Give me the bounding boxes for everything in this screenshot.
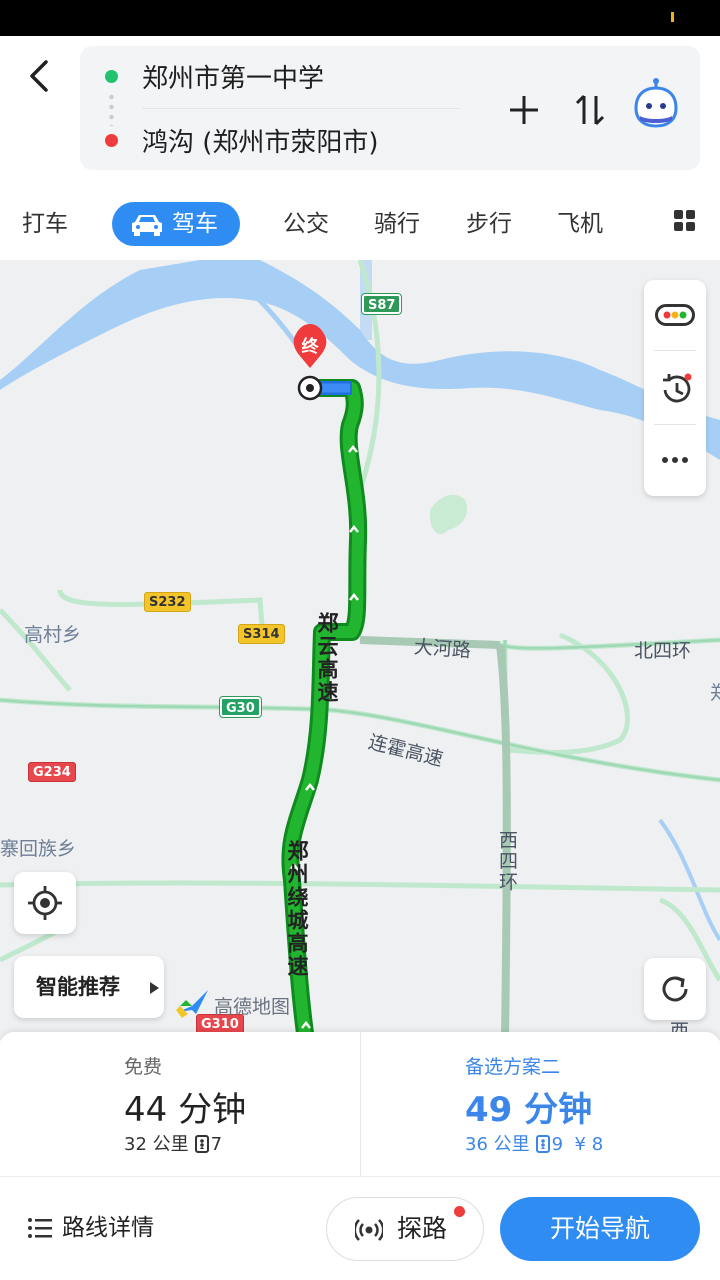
road-xisihuan: 西四环 bbox=[496, 830, 518, 893]
back-icon[interactable] bbox=[20, 56, 60, 96]
bottom-action-bar: 路线详情 探路 开始导航 bbox=[0, 1176, 720, 1280]
plan-tag: 免费 bbox=[124, 1056, 163, 1078]
more-dots-icon bbox=[662, 457, 688, 463]
traffic-light-count-icon bbox=[535, 1135, 550, 1153]
broadcast-icon bbox=[355, 1219, 383, 1241]
history-clock-icon bbox=[663, 373, 692, 403]
end-marker: 终 bbox=[301, 337, 319, 357]
plan-distance: 36 公里 bbox=[465, 1134, 530, 1155]
notification-dot bbox=[454, 1206, 465, 1217]
list-icon bbox=[28, 1218, 52, 1238]
road-beisihuan: 北四环 bbox=[634, 640, 692, 662]
plan-time: 49 分钟 bbox=[465, 1090, 593, 1130]
shield-s87: S87 bbox=[362, 294, 402, 314]
road-dahe: 大河路 bbox=[413, 636, 472, 662]
history-button[interactable] bbox=[644, 352, 706, 422]
plan-meta: 36 公里 9 ¥ 8 bbox=[465, 1130, 603, 1156]
divider bbox=[654, 350, 696, 351]
start-navigation-button[interactable]: 开始导航 bbox=[500, 1197, 700, 1261]
place-gaocun: 高村乡 bbox=[24, 624, 82, 646]
road-raocheng: 郑州绕城高速 bbox=[285, 840, 309, 978]
amap-logo-text: 高德地图 bbox=[214, 996, 291, 1018]
locate-button[interactable] bbox=[14, 872, 76, 934]
tab-ride[interactable]: 骑行 bbox=[374, 202, 420, 246]
assistant-robot-icon[interactable] bbox=[628, 76, 684, 132]
status-indicator bbox=[671, 12, 674, 22]
plan-card-alt[interactable]: 备选方案二 49 分钟 36 公里 9 ¥ 8 bbox=[360, 1032, 720, 1176]
route-plans: 免费 44 分钟 32 公里 7 备选方案二 49 分钟 36 公里 9 ¥ 8 bbox=[0, 1032, 720, 1176]
more-options-button[interactable] bbox=[644, 426, 706, 496]
tab-drive-label: 驾车 bbox=[172, 211, 218, 237]
plan-distance: 32 公里 bbox=[124, 1134, 189, 1155]
divider bbox=[142, 108, 460, 109]
swap-icon[interactable] bbox=[568, 88, 612, 132]
plan-time: 44 分钟 bbox=[124, 1090, 247, 1130]
plan-meta: 32 公里 7 bbox=[124, 1130, 222, 1156]
more-modes-icon[interactable] bbox=[674, 210, 696, 232]
route-detail-label: 路线详情 bbox=[62, 1215, 154, 1241]
car-icon bbox=[132, 215, 162, 236]
tab-walk[interactable]: 步行 bbox=[466, 202, 512, 246]
place-edge: 郑 bbox=[710, 682, 720, 704]
route-header: 郑州市第一中学 鸿沟 (郑州市荥阳市) bbox=[0, 36, 720, 182]
map-controls bbox=[644, 280, 706, 496]
shield-g30: G30 bbox=[220, 697, 261, 717]
route-input-box: 郑州市第一中学 鸿沟 (郑州市荥阳市) bbox=[80, 46, 700, 170]
route-connector bbox=[109, 92, 114, 126]
end-dot-icon bbox=[105, 134, 118, 147]
status-bar bbox=[0, 0, 720, 36]
traffic-light-count-icon bbox=[194, 1135, 209, 1153]
plan-lights: 9 bbox=[551, 1134, 564, 1155]
tab-taxi[interactable]: 打车 bbox=[22, 202, 68, 246]
divider bbox=[654, 424, 696, 425]
tab-drive[interactable]: 驾车 bbox=[112, 202, 240, 246]
route-detail-button[interactable]: 路线详情 bbox=[28, 1211, 154, 1245]
traffic-layer-button[interactable] bbox=[644, 280, 706, 350]
amap-logo-icon bbox=[176, 990, 208, 1018]
smart-recommend-label: 智能推荐 bbox=[36, 975, 120, 999]
locate-icon bbox=[28, 886, 62, 920]
play-triangle-icon bbox=[150, 982, 159, 994]
probe-label: 探路 bbox=[397, 1214, 448, 1243]
plan-tag: 备选方案二 bbox=[465, 1056, 561, 1078]
tab-bus[interactable]: 公交 bbox=[283, 202, 329, 246]
refresh-route-button[interactable] bbox=[644, 958, 706, 1020]
place-hui: 寨回族乡 bbox=[0, 838, 77, 860]
amap-logo: 高德地图 bbox=[174, 988, 290, 1020]
map-view[interactable]: 终 S87 S232 S314 G30 G234 G310 高村乡 寨回族乡 北… bbox=[0, 260, 720, 1040]
tab-flight[interactable]: 飞机 bbox=[557, 202, 603, 246]
road-zhengyun: 郑云高速 bbox=[315, 612, 339, 704]
smart-recommend-button[interactable]: 智能推荐 bbox=[14, 956, 164, 1018]
map-canvas bbox=[0, 260, 720, 1040]
transport-mode-tabs: 打车 驾车 公交 骑行 步行 飞机 bbox=[0, 182, 720, 260]
traffic-light-icon bbox=[655, 304, 695, 326]
shield-s314: S314 bbox=[238, 624, 285, 644]
start-dot-icon bbox=[105, 70, 118, 83]
end-location-field[interactable]: 鸿沟 (郑州市荥阳市) bbox=[142, 122, 379, 159]
start-location-field[interactable]: 郑州市第一中学 bbox=[142, 58, 324, 95]
plan-card-free[interactable]: 免费 44 分钟 32 公里 7 bbox=[0, 1032, 360, 1176]
refresh-icon bbox=[662, 976, 688, 1002]
plan-lights: 7 bbox=[210, 1134, 223, 1155]
add-waypoint-icon[interactable] bbox=[502, 88, 546, 132]
probe-button[interactable]: 探路 bbox=[326, 1197, 484, 1261]
shield-g234: G234 bbox=[28, 762, 76, 782]
shield-s232: S232 bbox=[144, 592, 191, 612]
plan-cost: ¥ 8 bbox=[574, 1134, 604, 1155]
